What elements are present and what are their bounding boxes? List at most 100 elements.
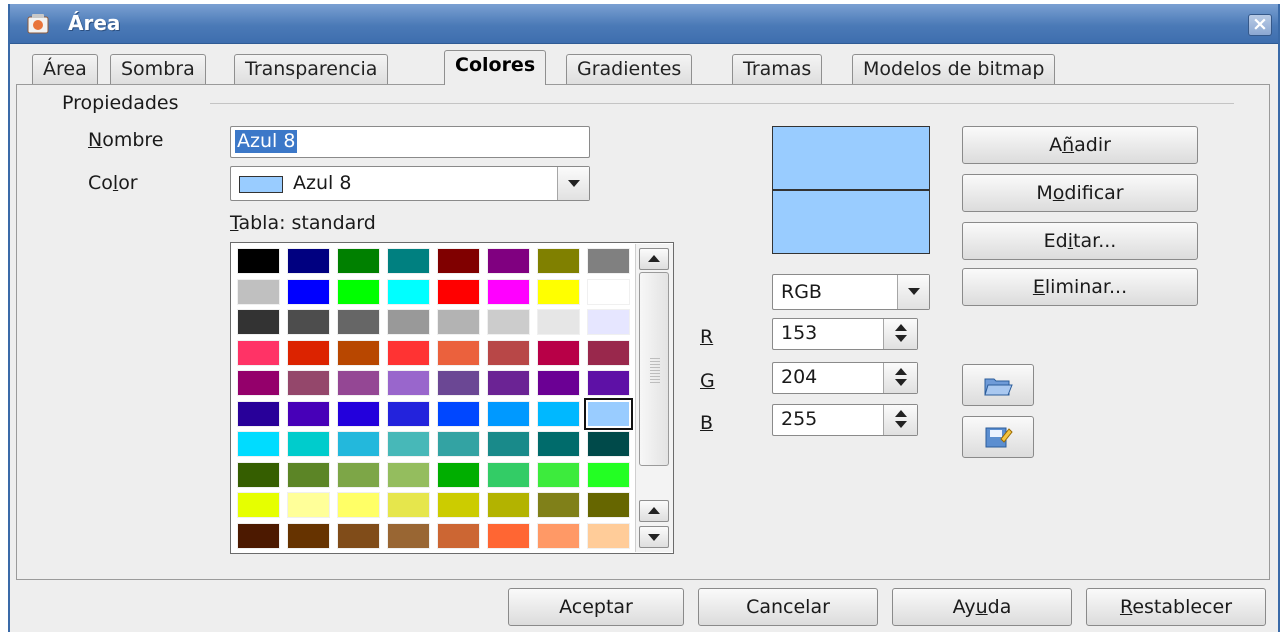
palette-swatch[interactable] xyxy=(337,248,380,274)
palette-swatch[interactable] xyxy=(587,461,630,488)
scroll-up-icon[interactable] xyxy=(639,248,669,270)
palette-swatch[interactable] xyxy=(337,339,380,366)
add-button[interactable]: Añadir xyxy=(962,126,1198,164)
scroll-up-icon-lower[interactable] xyxy=(639,500,669,522)
palette-swatch[interactable] xyxy=(337,522,380,549)
palette-swatch[interactable] xyxy=(537,370,580,396)
palette-swatch[interactable] xyxy=(287,339,330,366)
palette-swatch[interactable] xyxy=(587,248,630,274)
palette-swatch[interactable] xyxy=(437,370,480,396)
name-field[interactable]: Azul 8 xyxy=(230,126,590,158)
palette-swatch[interactable] xyxy=(337,400,380,427)
palette-swatch[interactable] xyxy=(487,400,530,427)
edit-button[interactable]: Editar... xyxy=(962,222,1198,260)
ok-button[interactable]: Aceptar xyxy=(508,588,684,626)
palette-scrollbar[interactable] xyxy=(635,244,673,552)
scroll-thumb[interactable] xyxy=(639,272,669,466)
palette-swatch[interactable] xyxy=(487,248,530,274)
palette-swatch[interactable] xyxy=(487,431,530,457)
palette-swatch[interactable] xyxy=(487,278,530,305)
r-stepper-icon[interactable] xyxy=(883,319,917,349)
g-spinner[interactable]: 204 xyxy=(772,362,918,394)
palette-swatch[interactable] xyxy=(587,339,630,366)
palette-swatch[interactable] xyxy=(487,370,530,396)
palette-swatch[interactable] xyxy=(237,461,280,488)
palette-swatch[interactable] xyxy=(437,522,480,549)
palette-swatch[interactable] xyxy=(287,400,330,427)
tab-modelos-de-bitmap[interactable]: Modelos de bitmap xyxy=(852,54,1056,84)
cancel-button[interactable]: Cancelar xyxy=(698,588,878,626)
palette-swatch[interactable] xyxy=(337,309,380,335)
palette-swatch[interactable] xyxy=(537,248,580,274)
palette-swatch[interactable] xyxy=(487,339,530,366)
tab-tramas[interactable]: Tramas xyxy=(732,54,823,84)
palette-swatch[interactable] xyxy=(587,309,630,335)
palette-swatch[interactable] xyxy=(587,492,630,518)
palette-swatch[interactable] xyxy=(537,522,580,549)
palette-swatch[interactable] xyxy=(287,278,330,305)
palette-swatch[interactable] xyxy=(437,492,480,518)
palette-swatch[interactable] xyxy=(587,431,630,457)
palette-swatch[interactable] xyxy=(387,370,430,396)
tab-colores[interactable]: Colores xyxy=(444,50,547,85)
palette-swatch[interactable] xyxy=(237,370,280,396)
tab-sombra[interactable]: Sombra xyxy=(110,54,206,84)
palette-swatch[interactable] xyxy=(587,370,630,396)
palette-swatch[interactable] xyxy=(537,461,580,488)
palette-swatch[interactable] xyxy=(287,431,330,457)
palette-swatch[interactable] xyxy=(537,492,580,518)
palette-swatch[interactable] xyxy=(587,278,630,305)
palette-swatch[interactable] xyxy=(237,278,280,305)
palette-swatch[interactable] xyxy=(337,370,380,396)
color-model-select[interactable]: RGB xyxy=(772,274,930,310)
palette-swatch[interactable] xyxy=(287,522,330,549)
palette-swatch[interactable] xyxy=(337,492,380,518)
palette-swatch[interactable] xyxy=(387,522,430,549)
close-icon[interactable]: × xyxy=(1248,14,1272,36)
scroll-down-icon[interactable] xyxy=(639,526,669,548)
tab-transparencia[interactable]: Transparencia xyxy=(234,54,389,84)
palette-swatch[interactable] xyxy=(537,339,580,366)
modify-button[interactable]: Modificar xyxy=(962,174,1198,212)
palette-swatch[interactable] xyxy=(287,492,330,518)
palette-swatch[interactable] xyxy=(487,492,530,518)
palette-swatch[interactable] xyxy=(237,248,280,274)
palette-swatch[interactable] xyxy=(387,278,430,305)
palette-swatch[interactable] xyxy=(387,492,430,518)
help-button[interactable]: Ayuda xyxy=(892,588,1072,626)
g-stepper-icon[interactable] xyxy=(883,363,917,393)
tab-area[interactable]: Área xyxy=(32,54,98,84)
palette-swatch[interactable] xyxy=(537,309,580,335)
palette-swatch[interactable] xyxy=(437,400,480,427)
palette-swatch[interactable] xyxy=(487,309,530,335)
palette-swatch[interactable] xyxy=(237,522,280,549)
chevron-down-icon[interactable] xyxy=(897,275,929,309)
palette-swatch[interactable] xyxy=(287,461,330,488)
palette-swatch[interactable] xyxy=(537,278,580,305)
color-select[interactable]: Azul 8 xyxy=(230,166,590,201)
palette-swatch[interactable] xyxy=(237,431,280,457)
load-color-list-button[interactable] xyxy=(962,364,1034,406)
palette-swatch[interactable] xyxy=(487,461,530,488)
reset-button[interactable]: Restablecer xyxy=(1086,588,1266,626)
palette-swatch[interactable] xyxy=(584,397,633,430)
chevron-down-icon[interactable] xyxy=(557,167,589,200)
palette-swatch[interactable] xyxy=(387,248,430,274)
palette-swatch[interactable] xyxy=(237,492,280,518)
delete-button[interactable]: Eliminar... xyxy=(962,268,1198,306)
palette-swatch[interactable] xyxy=(587,522,630,549)
palette-swatch[interactable] xyxy=(437,339,480,366)
palette-swatch[interactable] xyxy=(237,309,280,335)
palette-swatch[interactable] xyxy=(437,278,480,305)
b-spinner[interactable]: 255 xyxy=(772,404,918,436)
palette-swatch[interactable] xyxy=(337,461,380,488)
palette-swatch[interactable] xyxy=(387,339,430,366)
palette-swatch[interactable] xyxy=(387,431,430,457)
palette-swatch[interactable] xyxy=(387,400,430,427)
b-stepper-icon[interactable] xyxy=(883,405,917,435)
palette-swatch[interactable] xyxy=(437,431,480,457)
palette-swatch[interactable] xyxy=(487,522,530,549)
palette-swatch[interactable] xyxy=(237,400,280,427)
palette-swatch[interactable] xyxy=(337,431,380,457)
r-spinner[interactable]: 153 xyxy=(772,318,918,350)
